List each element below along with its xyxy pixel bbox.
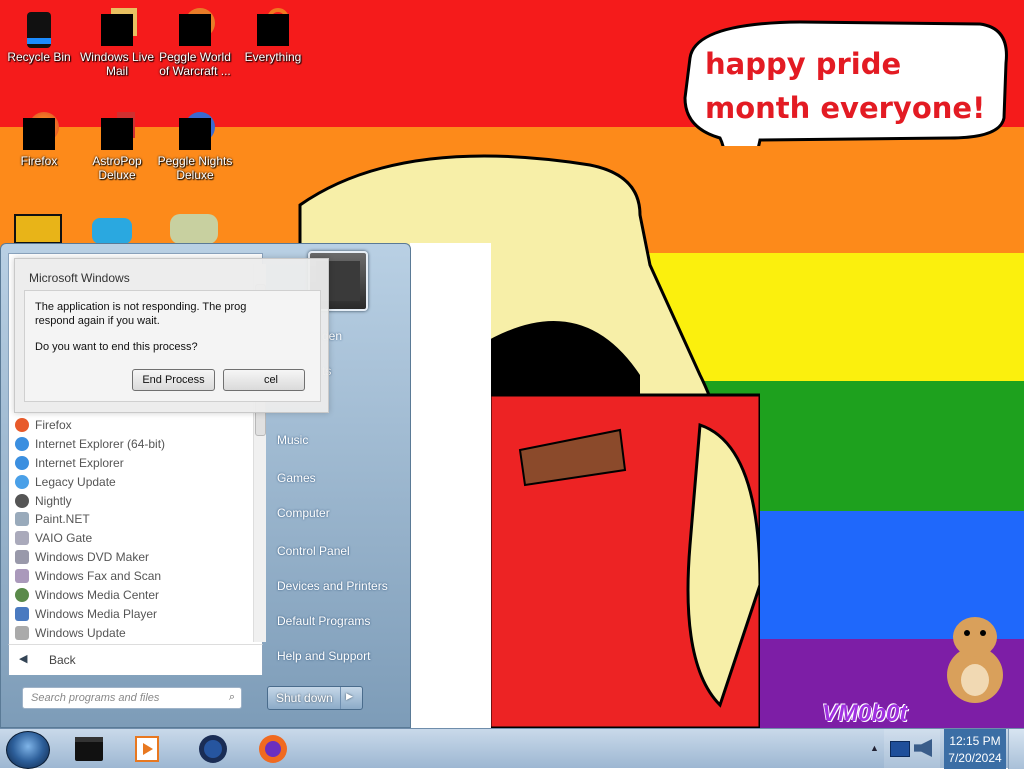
chevron-right-icon[interactable]: ▶ (346, 691, 353, 702)
speech-bubble-text: happy pride month everyone! (705, 47, 986, 125)
program-item[interactable]: Windows Media Center (15, 588, 159, 602)
recycle-bin-icon (19, 8, 59, 48)
program-item[interactable]: Windows Media Player (15, 607, 157, 621)
program-item[interactable]: Internet Explorer (64-bit) (15, 437, 165, 451)
partial-desktop-icon[interactable] (170, 214, 218, 244)
desktop-icon-everything[interactable]: Everything (234, 4, 312, 64)
partial-desktop-icon[interactable] (14, 214, 62, 244)
back-arrow-icon: ◀ (19, 653, 28, 665)
shutdown-button[interactable]: Shut down ▶ (267, 686, 363, 710)
partial-desktop-icon[interactable] (92, 218, 132, 244)
taskbar-firefox-button[interactable] (248, 731, 298, 767)
taskbar-media-player-button[interactable] (122, 731, 172, 767)
right-item-music[interactable]: Music (277, 433, 308, 447)
program-item[interactable]: Windows DVD Maker (15, 550, 149, 564)
desktop-icon-label: Peggle World of Warcraft ... (159, 50, 231, 78)
fax-scan-icon (15, 569, 29, 583)
right-item-devices-printers[interactable]: Devices and Printers (277, 579, 388, 593)
not-responding-dialog[interactable]: Microsoft Windows The application is not… (14, 258, 329, 413)
dialog-title: Microsoft Windows (29, 271, 130, 285)
search-programs-input[interactable]: Search programs and files ⌕ (22, 687, 242, 709)
volume-icon[interactable] (914, 739, 932, 757)
everything-search-icon (253, 8, 293, 48)
vm-watermark: VM0b0t (822, 700, 908, 727)
internet-explorer-icon (15, 437, 29, 451)
internet-explorer-icon (15, 456, 29, 470)
desktop-icon-astropop[interactable]: AstroPop Deluxe (78, 108, 156, 182)
dialog-message-line: respond again if you wait. (35, 315, 160, 327)
taskbar-vpn-button[interactable] (188, 731, 238, 767)
legacy-update-icon (15, 475, 29, 489)
astropop-icon (97, 112, 137, 152)
taskbar: ▲ 12:15 PM 7/20/2024 (0, 728, 1024, 769)
paint-net-icon (15, 512, 29, 526)
cmd-icon (75, 737, 103, 761)
right-item-computer[interactable]: Computer (277, 506, 330, 520)
peggle-wow-icon (175, 8, 215, 48)
firefox-icon (15, 418, 29, 432)
clock-date: 7/20/2024 (948, 751, 1002, 765)
desktop-icon-label: Recycle Bin (7, 50, 71, 64)
search-icon: ⌕ (228, 691, 235, 703)
right-item-games[interactable]: Games (277, 471, 316, 485)
media-center-icon (15, 588, 29, 602)
media-player-icon (135, 736, 159, 762)
hamster-sticker (947, 617, 1003, 703)
windows-update-icon (15, 626, 29, 640)
program-item[interactable]: Nightly (15, 494, 72, 508)
nightly-icon (15, 494, 29, 508)
program-item[interactable]: Internet Explorer (15, 456, 124, 470)
dialog-question: Do you want to end this process? (35, 341, 198, 353)
desktop-icon-label: Windows Live Mail (79, 50, 155, 78)
desktop-icon-label: AstroPop Deluxe (92, 154, 142, 182)
program-item[interactable]: Firefox (15, 418, 72, 432)
firefox-icon (19, 112, 59, 152)
desktop-icon-label: Firefox (20, 154, 58, 168)
firefox-icon (259, 735, 287, 763)
dvd-maker-icon (15, 550, 29, 564)
dialog-message-line: The application is not responding. The p… (35, 301, 247, 313)
clock-time: 12:15 PM (949, 734, 1001, 748)
right-item-control-panel[interactable]: Control Panel (277, 544, 350, 558)
peggle-nights-icon (175, 112, 215, 152)
program-item[interactable]: Windows Update (15, 626, 126, 640)
back-button[interactable]: ◀ Back (8, 644, 263, 675)
program-item[interactable]: Paint.NET (15, 512, 90, 526)
vaio-gate-icon (15, 531, 29, 545)
desktop-icon-windows-live-mail[interactable]: Windows Live Mail (78, 4, 156, 78)
tray-expand-icon[interactable]: ▲ (870, 743, 879, 753)
desktop-icon-label: Peggle Nights Deluxe (157, 154, 233, 182)
program-item[interactable]: VAIO Gate (15, 531, 92, 545)
taskbar-cmd-button[interactable] (64, 731, 114, 767)
desktop-icon-peggle-nights[interactable]: Peggle Nights Deluxe (156, 108, 234, 182)
cancel-button[interactable]: cel (223, 369, 305, 391)
blank-window-area (410, 243, 491, 728)
clock[interactable]: 12:15 PM 7/20/2024 (944, 729, 1006, 769)
desktop-icon-label: Everything (244, 50, 302, 64)
right-item-default-programs[interactable]: Default Programs (277, 614, 370, 628)
right-item-help-support[interactable]: Help and Support (277, 649, 370, 663)
desktop-icon-peggle-wow[interactable]: Peggle World of Warcraft ... (156, 4, 234, 78)
desktop-icon-firefox[interactable]: Firefox (0, 108, 78, 168)
network-icon[interactable] (890, 741, 910, 757)
media-player-icon (15, 607, 29, 621)
desktop-icon-recycle-bin[interactable]: Recycle Bin (0, 4, 78, 64)
end-process-button[interactable]: End Process (132, 369, 215, 391)
show-desktop-button[interactable] (1008, 729, 1024, 769)
windows-live-mail-icon (97, 8, 137, 48)
start-button[interactable] (6, 731, 50, 769)
program-item[interactable]: Legacy Update (15, 475, 116, 489)
vpn-globe-icon (199, 735, 227, 763)
system-tray (884, 729, 940, 769)
program-item[interactable]: Windows Fax and Scan (15, 569, 161, 583)
